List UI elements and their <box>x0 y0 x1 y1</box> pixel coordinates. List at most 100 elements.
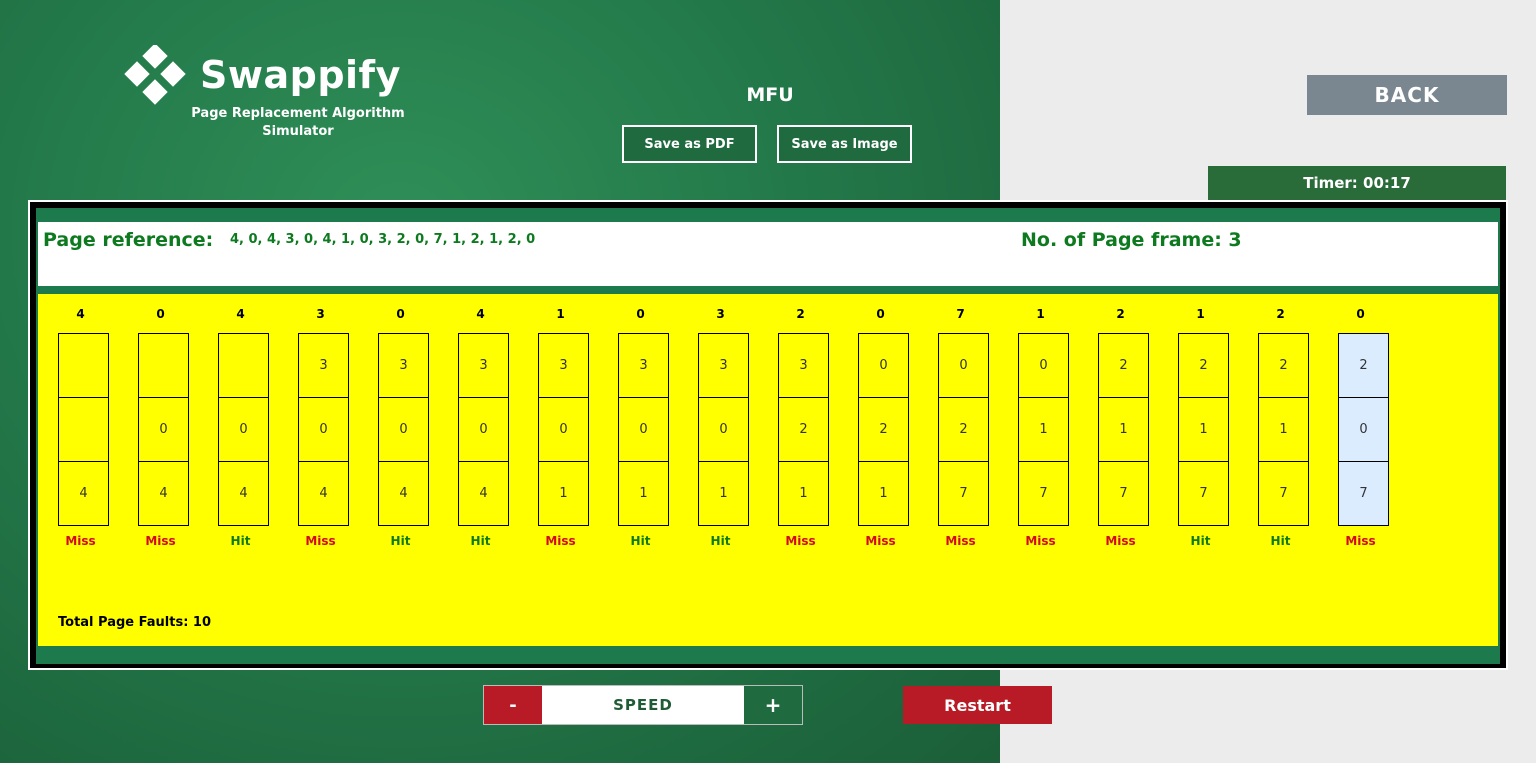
frame-cell: 0 <box>699 397 748 461</box>
frame-cell: 1 <box>1019 397 1068 461</box>
step-status: Hit <box>1190 534 1211 548</box>
frame-cell <box>219 334 268 397</box>
step-column: 1 2 1 7 Hit <box>1175 294 1255 554</box>
frame-stack: 2 17 <box>1098 333 1149 526</box>
frame-cell: 0 <box>1039 358 1048 373</box>
step-column: 2 2 1 7 Hit <box>1255 294 1335 554</box>
diamond-logo-icon <box>124 45 186 105</box>
frame-cell: 1 <box>699 461 748 525</box>
app-subtitle: Page Replacement Algorithm Simulator <box>191 106 405 139</box>
frame-cell: 0 <box>959 358 968 373</box>
step-column: 0 3 0 4 Hit <box>375 294 455 554</box>
step-column: 4 3 0 4 Hit <box>455 294 535 554</box>
page-frame-count: No. of Page frame: 3 <box>1021 229 1242 251</box>
frame-stack: 0 21 <box>858 333 909 526</box>
frame-stack: 0 27 <box>938 333 989 526</box>
frame-cell: 7 <box>1019 461 1068 525</box>
frame-cell: 1 <box>1259 397 1308 461</box>
frame-cell: 7 <box>1259 461 1308 525</box>
frame-stack: 04 <box>138 333 189 526</box>
frame-cell: 0 <box>539 397 588 461</box>
step-column: 0 2 0 7 Miss <box>1335 294 1415 554</box>
step-column: 4 0 4 Hit <box>215 294 295 554</box>
frame-cell: 3 <box>639 358 648 373</box>
frame-stack: 4 <box>58 333 109 526</box>
step-status: Miss <box>145 534 176 548</box>
step-page-number: 2 <box>1116 307 1125 321</box>
step-status: Miss <box>945 534 976 548</box>
frame-stack: 3 04 <box>298 333 349 526</box>
frame-stack: 3 04 <box>378 333 429 526</box>
frame-cell: 4 <box>59 461 108 525</box>
step-page-number: 1 <box>1196 307 1205 321</box>
frame-cell: 3 <box>399 358 408 373</box>
app-logo: Swappify Page Replacement Algorithm Simu… <box>122 45 422 145</box>
frame-cell: 4 <box>139 461 188 525</box>
step-page-number: 0 <box>876 307 885 321</box>
step-page-number: 3 <box>716 307 725 321</box>
step-column: 1 3 0 1 Miss <box>535 294 615 554</box>
frame-stack: 3 01 <box>538 333 589 526</box>
frame-cell: 1 <box>1099 397 1148 461</box>
frame-cell <box>59 334 108 397</box>
page-reference-label: Page reference: <box>43 229 214 251</box>
step-page-number: 0 <box>636 307 645 321</box>
step-column: 4 4 Miss <box>55 294 135 554</box>
frame-cell: 0 <box>459 397 508 461</box>
frame-cell: 7 <box>1099 461 1148 525</box>
step-status: Miss <box>1345 534 1376 548</box>
speed-decrease-button[interactable]: - <box>484 686 542 724</box>
frame-cell: 4 <box>459 461 508 525</box>
step-column: 0 0 2 1 Miss <box>855 294 935 554</box>
step-status: Miss <box>1025 534 1056 548</box>
step-column: 1 0 1 7 Miss <box>1015 294 1095 554</box>
frame-cell: 0 <box>379 397 428 461</box>
step-status: Miss <box>785 534 816 548</box>
frame-cell: 1 <box>539 461 588 525</box>
frame-cell: 2 <box>859 397 908 461</box>
step-column: 7 0 2 7 Miss <box>935 294 1015 554</box>
step-status: Hit <box>230 534 251 548</box>
frame-cell: 4 <box>219 461 268 525</box>
step-status: Hit <box>710 534 731 548</box>
frame-cell: 3 <box>719 358 728 373</box>
back-button[interactable]: BACK <box>1307 75 1507 115</box>
frame-cell: 0 <box>879 358 888 373</box>
frame-cell: 7 <box>1339 461 1388 525</box>
frame-cell: 7 <box>939 461 988 525</box>
step-status: Miss <box>865 534 896 548</box>
frame-cell: 2 <box>1199 358 1208 373</box>
speed-control: - SPEED + <box>483 685 803 725</box>
frame-stack: 04 <box>218 333 269 526</box>
save-pdf-button[interactable]: Save as PDF <box>622 125 757 163</box>
save-image-button[interactable]: Save as Image <box>777 125 912 163</box>
frame-stack: 2 07 <box>1338 333 1389 526</box>
frame-cell: 1 <box>779 461 828 525</box>
frame-cell: 7 <box>1179 461 1228 525</box>
frame-cell: 3 <box>559 358 568 373</box>
frame-cell: 4 <box>299 461 348 525</box>
step-status: Hit <box>470 534 491 548</box>
step-status: Miss <box>1105 534 1136 548</box>
step-page-number: 0 <box>396 307 405 321</box>
frame-cell: 2 <box>939 397 988 461</box>
app-name: Swappify <box>200 53 401 97</box>
step-page-number: 0 <box>1356 307 1365 321</box>
step-page-number: 7 <box>956 307 965 321</box>
page-reference-values: 4, 0, 4, 3, 0, 4, 1, 0, 3, 2, 0, 7, 1, 2… <box>230 232 536 247</box>
frame-stack: 3 04 <box>458 333 509 526</box>
speed-label: SPEED <box>613 696 673 714</box>
frame-cell: 2 <box>1359 358 1368 373</box>
frame-cell: 3 <box>319 358 328 373</box>
step-status: Miss <box>65 534 96 548</box>
simulation-grid: Total Page Faults: 10 4 4 Miss 0 0 4 Miss 4 0 4 Hi… <box>38 294 1498 646</box>
step-page-number: 4 <box>236 307 245 321</box>
step-status: Hit <box>1270 534 1291 548</box>
step-status: Hit <box>630 534 651 548</box>
timer-display: Timer: 00:17 <box>1208 166 1506 200</box>
step-page-number: 3 <box>316 307 325 321</box>
restart-button[interactable]: Restart <box>903 686 1052 724</box>
speed-increase-button[interactable]: + <box>744 686 802 724</box>
frame-stack: 3 21 <box>778 333 829 526</box>
step-column: 3 3 0 4 Miss <box>295 294 375 554</box>
